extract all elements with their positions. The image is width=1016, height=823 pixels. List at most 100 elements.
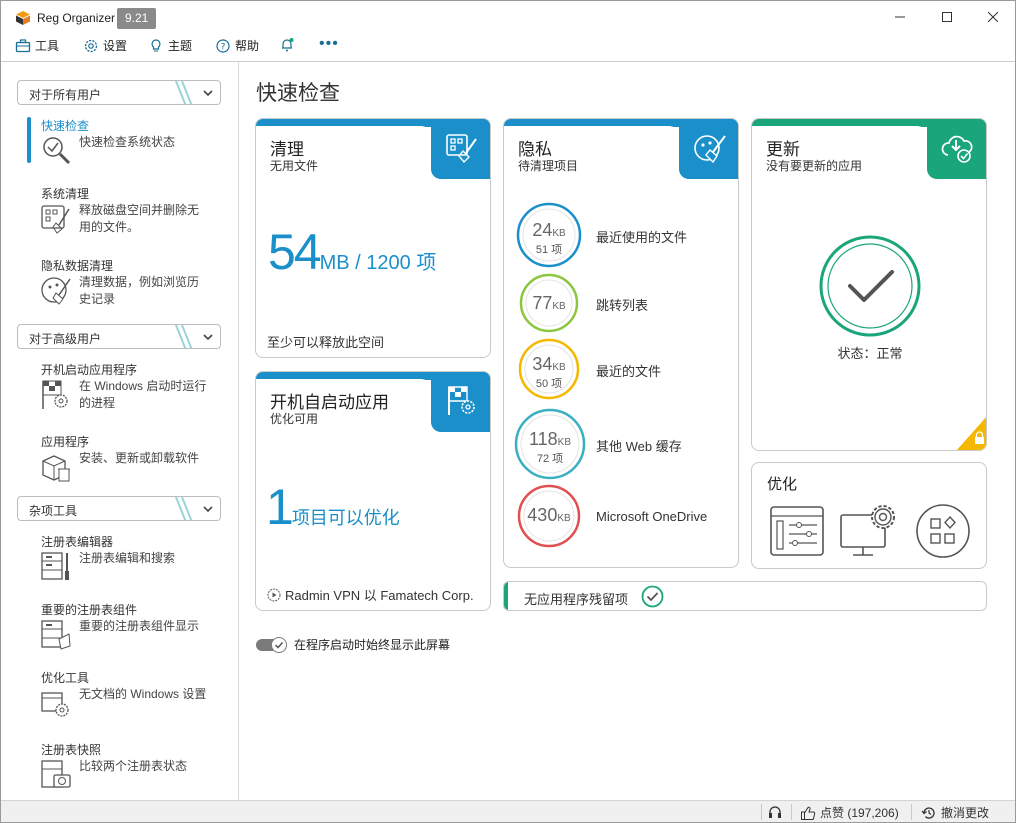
group-label: 杂项工具 <box>29 504 78 518</box>
privacy-card[interactable]: 隐私 待清理项目 24KB 51 项 最近使用的文件 77KB 跳转列表 34K… <box>503 118 739 568</box>
apps-grid-icon[interactable] <box>915 503 971 559</box>
sidebar: 对于所有用户 快速检查 快速检查系统状态 系统清理 释放磁盘空间并删除无用的文件… <box>1 62 239 800</box>
sidebar-item-registry-snapshots[interactable]: 注册表快照 比较两个注册表状态 <box>27 741 227 791</box>
card-title: 优化 <box>767 476 798 493</box>
stripes-decoration <box>175 497 193 520</box>
privacy-row[interactable]: 77KB 跳转列表 <box>516 270 726 336</box>
privacy-row[interactable]: 34KB 50 项 最近的文件 <box>516 336 726 402</box>
update-card[interactable]: 更新 没有要更新的应用 状态：正常 <box>751 118 987 451</box>
sidebar-item-title: 快速检查 <box>41 119 90 133</box>
cleanup-card[interactable]: 清理 无用文件 54MB / 1200 项 至少可以释放此空间 <box>255 118 491 358</box>
ring-count: 50 项 <box>535 378 563 390</box>
group-all-users[interactable]: 对于所有用户 <box>17 80 221 105</box>
thumbs-up-icon <box>801 806 816 820</box>
notifications-button[interactable] <box>279 37 295 53</box>
sidebar-item-title: 隐私数据清理 <box>41 259 114 273</box>
cleanup-broom-icon <box>41 205 70 234</box>
chevron-down-icon <box>203 90 213 97</box>
tweaks-gear-icon <box>41 692 69 717</box>
more-icon: ••• <box>319 35 339 52</box>
sidebar-item-desc: 清理数据，例如浏览历史记录 <box>79 275 200 306</box>
ring-count: 72 项 <box>536 453 564 465</box>
play-circle-icon <box>267 588 281 601</box>
close-button[interactable] <box>970 1 1016 33</box>
support-button[interactable] <box>767 804 783 820</box>
svg-text:?: ? <box>221 42 226 52</box>
check-circle-icon <box>641 585 664 608</box>
startup-card[interactable]: 开机自启动应用 优化可用 1项目可以优化 Radmin VPN 以 Famate… <box>255 371 491 611</box>
menu-bar: 工具 设置 主题 ? 帮助 ••• <box>1 33 1015 59</box>
sidebar-item-startup-apps[interactable]: 开机启动应用程序 在 Windows 启动时运行的进程 <box>27 361 227 421</box>
minimize-button[interactable] <box>877 1 923 33</box>
ring-value: 118KB <box>514 429 586 450</box>
minimize-icon <box>895 16 905 18</box>
undo-changes-label: 撤消更改 <box>941 806 990 820</box>
maximize-icon <box>942 12 952 22</box>
menu-theme-label: 主题 <box>168 39 193 53</box>
card-tab <box>679 119 738 179</box>
leftovers-bar[interactable]: 无应用程序残留项 <box>503 581 987 611</box>
sidebar-item-applications[interactable]: 应用程序 安装、更新或卸载软件 <box>27 433 227 483</box>
menu-settings[interactable]: 设置 <box>83 37 127 54</box>
monitor-gear-icon[interactable] <box>839 501 901 559</box>
registry-components-icon <box>41 620 71 650</box>
sidebar-item-important-registry[interactable]: 重要的注册表组件 重要的注册表组件显示 <box>27 601 227 651</box>
group-advanced-users[interactable]: 对于高级用户 <box>17 324 221 349</box>
close-icon <box>988 12 998 22</box>
likes-button[interactable]: 点赞 (197,206) <box>800 804 899 821</box>
chevron-down-icon <box>203 334 213 341</box>
update-status: 状态：正常 <box>837 346 903 361</box>
group-misc-tools[interactable]: 杂项工具 <box>17 496 221 521</box>
menu-tools[interactable]: 工具 <box>15 37 59 54</box>
sidebar-item-quick-check[interactable]: 快速检查 快速检查系统状态 <box>27 117 227 167</box>
card-tab <box>431 119 490 179</box>
sidebar-item-desc: 无文档的 Windows 设置 <box>79 687 207 701</box>
maximize-button[interactable] <box>924 1 970 33</box>
likes-count: 点赞 (197,206) <box>820 806 899 820</box>
status-separator <box>761 804 762 820</box>
privacy-broom-icon <box>694 135 726 164</box>
privacy-row-label: 最近使用的文件 <box>596 230 688 245</box>
startup-flag-icon <box>448 386 475 415</box>
gear-icon <box>84 39 98 52</box>
sidebar-item-title: 优化工具 <box>41 671 90 685</box>
sidebar-item-tweaks[interactable]: 优化工具 无文档的 Windows 设置 <box>27 669 227 729</box>
menu-theme[interactable]: 主题 <box>148 37 192 54</box>
cleanup-amount: 54MB / 1200 项 <box>268 223 436 281</box>
menu-settings-label: 设置 <box>103 39 128 53</box>
startup-count: 1项目可以优化 <box>266 478 400 536</box>
sidebar-item-desc: 比较两个注册表状态 <box>79 759 188 773</box>
sidebar-item-desc: 释放磁盘空间并删除无用的文件。 <box>79 203 200 234</box>
privacy-row[interactable]: 430KB Microsoft OneDrive <box>516 483 726 549</box>
card-tab <box>927 119 986 179</box>
sidebar-item-system-cleanup[interactable]: 系统清理 释放磁盘空间并删除无用的文件。 <box>27 185 227 245</box>
cleanup-broom-icon <box>446 134 477 164</box>
privacy-broom-icon <box>41 277 71 305</box>
menu-help[interactable]: ? 帮助 <box>215 37 259 54</box>
registry-snapshot-icon <box>41 760 71 788</box>
ring-value-number: 34 <box>532 354 553 374</box>
sidebar-item-registry-editor[interactable]: 注册表编辑器 注册表编辑和搜索 <box>27 533 227 583</box>
privacy-row[interactable]: 118KB 72 项 其他 Web 缓存 <box>514 408 724 480</box>
undo-changes-button[interactable]: 撤消更改 <box>921 804 989 821</box>
help-icon: ? <box>216 38 230 53</box>
card-subtitle: 没有要更新的应用 <box>766 159 863 173</box>
ring-value: 430KB <box>516 505 582 526</box>
toolbox-icon <box>15 38 31 52</box>
sidebar-item-desc: 快速检查系统状态 <box>79 135 176 149</box>
toggle-switch[interactable] <box>256 636 288 653</box>
menu-tools-label: 工具 <box>35 39 60 53</box>
ring-value-unit: KB <box>552 362 566 373</box>
ring-value: 77KB <box>516 293 582 314</box>
startup-count-text: 项目可以优化 <box>291 508 400 528</box>
toggle-label: 在程序启动时始终显示此屏幕 <box>294 638 451 652</box>
show-on-startup-toggle[interactable]: 在程序启动时始终显示此屏幕 <box>256 636 450 653</box>
sidebar-item-privacy-cleanup[interactable]: 隐私数据清理 清理数据，例如浏览历史记录 <box>27 257 227 317</box>
startup-footer: Radmin VPN 以 Famatech Corp. <box>267 585 474 604</box>
bell-icon <box>282 38 294 52</box>
title-bar: Reg Organizer 9.21 <box>1 1 1015 33</box>
status-separator <box>791 804 792 820</box>
privacy-row[interactable]: 24KB 51 项 最近使用的文件 <box>516 202 726 268</box>
sliders-panel-icon[interactable] <box>769 505 825 557</box>
more-menu-button[interactable]: ••• <box>319 35 339 53</box>
